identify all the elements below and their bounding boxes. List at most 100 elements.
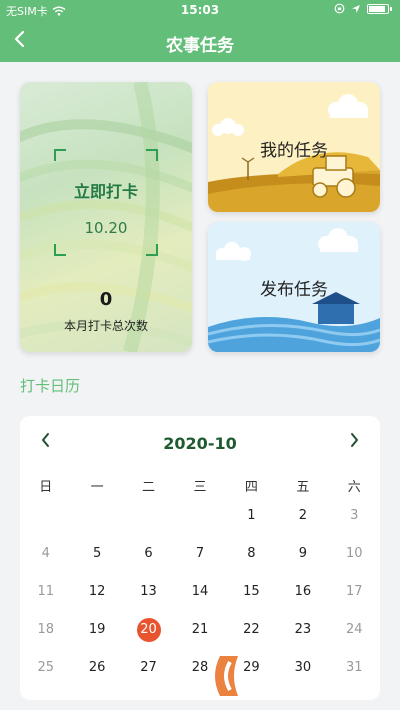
- calendar-day[interactable]: 12: [71, 578, 122, 606]
- checkin-button-label[interactable]: 立即打卡: [20, 178, 192, 202]
- calendar-day[interactable]: 10: [329, 540, 380, 568]
- calendar-day: [20, 502, 71, 530]
- weekday-label: 三: [193, 480, 207, 495]
- calendar-day-number: 11: [37, 584, 54, 599]
- publish-task-card[interactable]: 发布任务: [208, 222, 380, 352]
- calendar-day[interactable]: 22: [226, 616, 277, 644]
- monthly-checkin-count: 0: [99, 289, 113, 310]
- calendar-day[interactable]: 17: [329, 578, 380, 606]
- calendar-day[interactable]: 14: [174, 578, 225, 606]
- location-icon: [352, 4, 360, 13]
- calendar-week-row: 11 12 13 14 15 16 17: [20, 578, 380, 606]
- chevron-left-icon: [14, 30, 25, 48]
- calendar-day-number: 3: [350, 508, 359, 523]
- battery-tip: [390, 6, 392, 11]
- calendar-day[interactable]: 9: [277, 540, 328, 568]
- calendar-day-today[interactable]: 20: [123, 616, 174, 644]
- calendar-day-number: 21: [191, 622, 209, 637]
- calendar-day-number: 17: [346, 584, 363, 599]
- calendar-day-number: 20: [136, 618, 161, 642]
- calendar-day[interactable]: 8: [226, 540, 277, 568]
- calendar-day-number: 7: [195, 546, 205, 561]
- calendar-day[interactable]: 6: [123, 540, 174, 568]
- calendar-day: [71, 502, 122, 530]
- calendar-day[interactable]: 2: [277, 502, 328, 530]
- watermark-logo: [215, 656, 238, 696]
- weekday-label: 一: [90, 480, 104, 495]
- calendar-day-number: 2: [298, 508, 307, 523]
- calendar-day[interactable]: 21: [174, 616, 225, 644]
- calendar-day[interactable]: 7: [174, 540, 225, 568]
- weekday-label: 日: [39, 480, 53, 495]
- calendar-day[interactable]: 25: [20, 654, 71, 682]
- calendar-day-number: 26: [88, 660, 106, 675]
- calendar-day[interactable]: 3: [329, 502, 380, 530]
- monthly-checkin-caption: 本月打卡总次数: [63, 319, 148, 333]
- frame-corner: [54, 244, 66, 256]
- app-header: 无SIM卡 15:03 农事任务: [0, 0, 400, 62]
- page-title: 农事任务: [166, 36, 234, 56]
- calendar-day-number: 1: [247, 508, 256, 523]
- weekday-label: 六: [347, 480, 361, 495]
- calendar-day[interactable]: 18: [20, 616, 71, 644]
- calendar-day[interactable]: 15: [226, 578, 277, 606]
- calendar-day-number: 15: [243, 584, 260, 599]
- calendar-day[interactable]: 11: [20, 578, 71, 606]
- calendar-day-number: 14: [191, 584, 209, 599]
- calendar-day[interactable]: 23: [277, 616, 328, 644]
- calendar-day-number: 27: [140, 660, 157, 675]
- calendar-day-number: 9: [298, 546, 307, 561]
- my-tasks-label: 我的任务: [260, 141, 328, 161]
- calendar-week-row: 4 5 6 7 8 9 10: [20, 540, 380, 568]
- chevron-right-icon: [351, 433, 358, 447]
- section-title-checkin-calendar: 打卡日历: [20, 377, 81, 395]
- publish-task-label: 发布任务: [260, 280, 328, 300]
- calendar-day-number: 23: [294, 622, 312, 637]
- calendar-day-number: 16: [294, 584, 312, 599]
- back-button[interactable]: [6, 28, 34, 56]
- my-tasks-card[interactable]: 我的任务: [208, 82, 380, 212]
- rotation-lock-icon: [334, 3, 345, 14]
- calendar-day-number: 12: [88, 584, 106, 599]
- calendar-day[interactable]: 13: [123, 578, 174, 606]
- weekday-header: 日 一 二 三 四 五 六: [20, 476, 380, 495]
- calendar-day-number: 13: [140, 584, 157, 599]
- next-month-button[interactable]: [342, 430, 366, 454]
- calendar-day-number: 8: [247, 546, 256, 561]
- checkin-date: 10.20: [84, 219, 128, 237]
- frame-corner: [146, 149, 158, 161]
- calendar-week-row: 18 19 20 21 22 23 24: [20, 616, 380, 644]
- battery-icon: [367, 3, 389, 14]
- calendar-day[interactable]: 5: [71, 540, 122, 568]
- calendar-day[interactable]: 24: [329, 616, 380, 644]
- calendar-day[interactable]: 16: [277, 578, 328, 606]
- status-bar: 无SIM卡 15:03: [0, 0, 400, 22]
- calendar-day[interactable]: 4: [20, 540, 71, 568]
- site-watermark: [208, 650, 388, 702]
- terrace-background-image: [20, 82, 192, 352]
- calendar-day-number: 18: [37, 622, 54, 637]
- calendar-month: 2020-10: [163, 434, 237, 453]
- calendar-day-number: 4: [41, 546, 50, 561]
- calendar-day-number: 5: [92, 546, 102, 561]
- weekday-label: 五: [296, 480, 310, 495]
- status-right: [334, 3, 392, 14]
- calendar-day-number: 24: [346, 622, 363, 637]
- calendar-day-number: 19: [88, 622, 106, 637]
- calendar-day[interactable]: 19: [71, 616, 122, 644]
- calendar-week-row: 1 2 3: [20, 502, 380, 530]
- weekday-label: 二: [142, 480, 156, 495]
- calendar-day-number: 22: [243, 622, 260, 637]
- calendar-day-number: 6: [144, 546, 153, 561]
- frame-corner: [54, 149, 66, 161]
- frame-corner: [146, 244, 158, 256]
- calendar-day-number: 28: [191, 660, 209, 675]
- calendar-day: [123, 502, 174, 530]
- weekday-label: 四: [244, 480, 258, 495]
- calendar-day[interactable]: 1: [226, 502, 277, 530]
- checkin-card[interactable]: 立即打卡 10.20 0 本月打卡总次数: [20, 82, 192, 352]
- calendar-day[interactable]: 26: [71, 654, 122, 682]
- calendar-day-number: 10: [346, 546, 363, 561]
- calendar-day[interactable]: 27: [123, 654, 174, 682]
- calendar-day: [174, 502, 225, 530]
